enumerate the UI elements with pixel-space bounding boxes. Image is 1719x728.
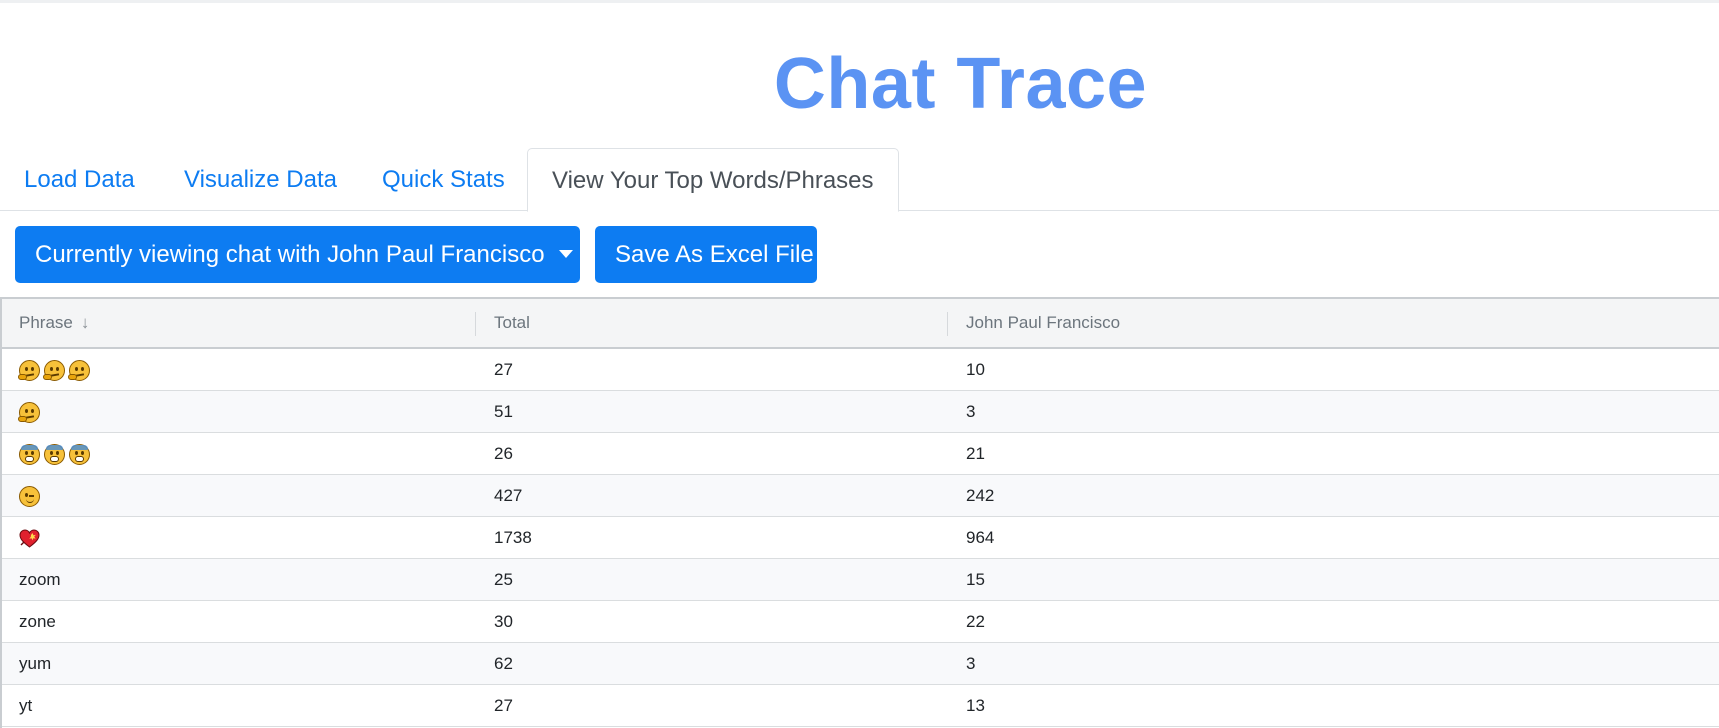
table-row[interactable]: 427 242 — [2, 475, 1719, 517]
fearful-face-icon — [19, 444, 40, 466]
table-row[interactable]: yum 62 3 — [2, 643, 1719, 685]
phrase-cell: yum — [19, 654, 52, 673]
app-title: Chat Trace — [773, 44, 1148, 124]
person-count-cell: 964 — [966, 528, 995, 547]
tab-load-data[interactable]: Load Data — [24, 148, 135, 211]
thinking-face-icon — [18, 402, 40, 424]
table-row[interactable]: 27 10 — [2, 349, 1719, 391]
total-cell: 1738 — [494, 528, 532, 547]
total-cell: 25 — [494, 570, 513, 589]
total-cell: 27 — [494, 696, 513, 715]
total-cell: 27 — [494, 360, 513, 379]
column-header-total[interactable]: Total — [494, 299, 530, 347]
thinking-face-icon — [43, 360, 65, 382]
table-row[interactable]: zone 30 22 — [2, 601, 1719, 643]
person-count-cell: 21 — [966, 444, 985, 463]
column-header-person[interactable]: John Paul Francisco — [966, 299, 1120, 347]
thinking-face-icon — [18, 360, 40, 382]
winking-face-icon — [19, 486, 40, 508]
heart-icon — [19, 529, 40, 548]
total-cell: 51 — [494, 402, 513, 421]
phrase-cell — [19, 475, 40, 516]
column-header-phrase[interactable]: Phrase ↓ — [19, 299, 89, 347]
main-tabs: Load Data Visualize Data Quick Stats Vie… — [0, 148, 1719, 212]
fearful-face-icon — [69, 444, 90, 466]
person-count-cell: 3 — [966, 654, 976, 673]
tab-quick-stats[interactable]: Quick Stats — [382, 148, 505, 211]
table-row[interactable]: 1738 964 — [2, 517, 1719, 559]
table-body: 27 10 51 3 26 21 427 242 1738 964 zoom 25 15 zone 30 22… — [2, 349, 1719, 727]
thinking-face-icon — [68, 360, 90, 382]
arrow-down-icon: ↓ — [80, 313, 90, 332]
total-cell: 427 — [494, 486, 523, 505]
table-header: Phrase ↓ Total John Paul Francisco — [2, 299, 1719, 349]
person-count-cell: 242 — [966, 486, 995, 505]
phrase-cell: zoom — [19, 570, 61, 589]
tab-visualize-data[interactable]: Visualize Data — [184, 148, 337, 211]
column-divider[interactable] — [947, 312, 948, 336]
phrase-cell — [18, 391, 40, 432]
table-row[interactable]: 26 21 — [2, 433, 1719, 475]
phrase-cell — [19, 433, 90, 474]
person-count-cell: 3 — [966, 402, 976, 421]
top-border — [0, 0, 1719, 3]
total-cell: 26 — [494, 444, 513, 463]
phrase-cell — [18, 349, 90, 390]
total-cell: 30 — [494, 612, 513, 631]
total-cell: 62 — [494, 654, 513, 673]
chat-trace-page: Chat Trace Load Data Visualize Data Quic… — [0, 0, 1719, 728]
person-count-cell: 15 — [966, 570, 985, 589]
chat-select-label: Currently viewing chat with John Paul Fr… — [35, 241, 545, 268]
phrase-cell: yt — [19, 696, 33, 715]
phrase-cell — [19, 517, 40, 558]
fearful-face-icon — [44, 444, 65, 466]
table-row[interactable]: zoom 25 15 — [2, 559, 1719, 601]
person-count-cell: 22 — [966, 612, 985, 631]
caret-down-icon — [558, 250, 573, 258]
save-excel-button[interactable]: Save As Excel File — [595, 226, 817, 283]
person-count-cell: 13 — [966, 696, 985, 715]
tab-top-words-phrases[interactable]: View Your Top Words/Phrases — [527, 148, 899, 212]
table-row[interactable]: yt 27 13 — [2, 685, 1719, 727]
phrase-cell: zone — [19, 612, 56, 631]
table-row[interactable]: 51 3 — [2, 391, 1719, 433]
column-divider[interactable] — [475, 312, 476, 336]
chat-select-dropdown[interactable]: Currently viewing chat with John Paul Fr… — [15, 226, 580, 283]
person-count-cell: 10 — [966, 360, 985, 379]
phrase-table: Phrase ↓ Total John Paul Francisco 27 10 51… — [0, 297, 1719, 728]
